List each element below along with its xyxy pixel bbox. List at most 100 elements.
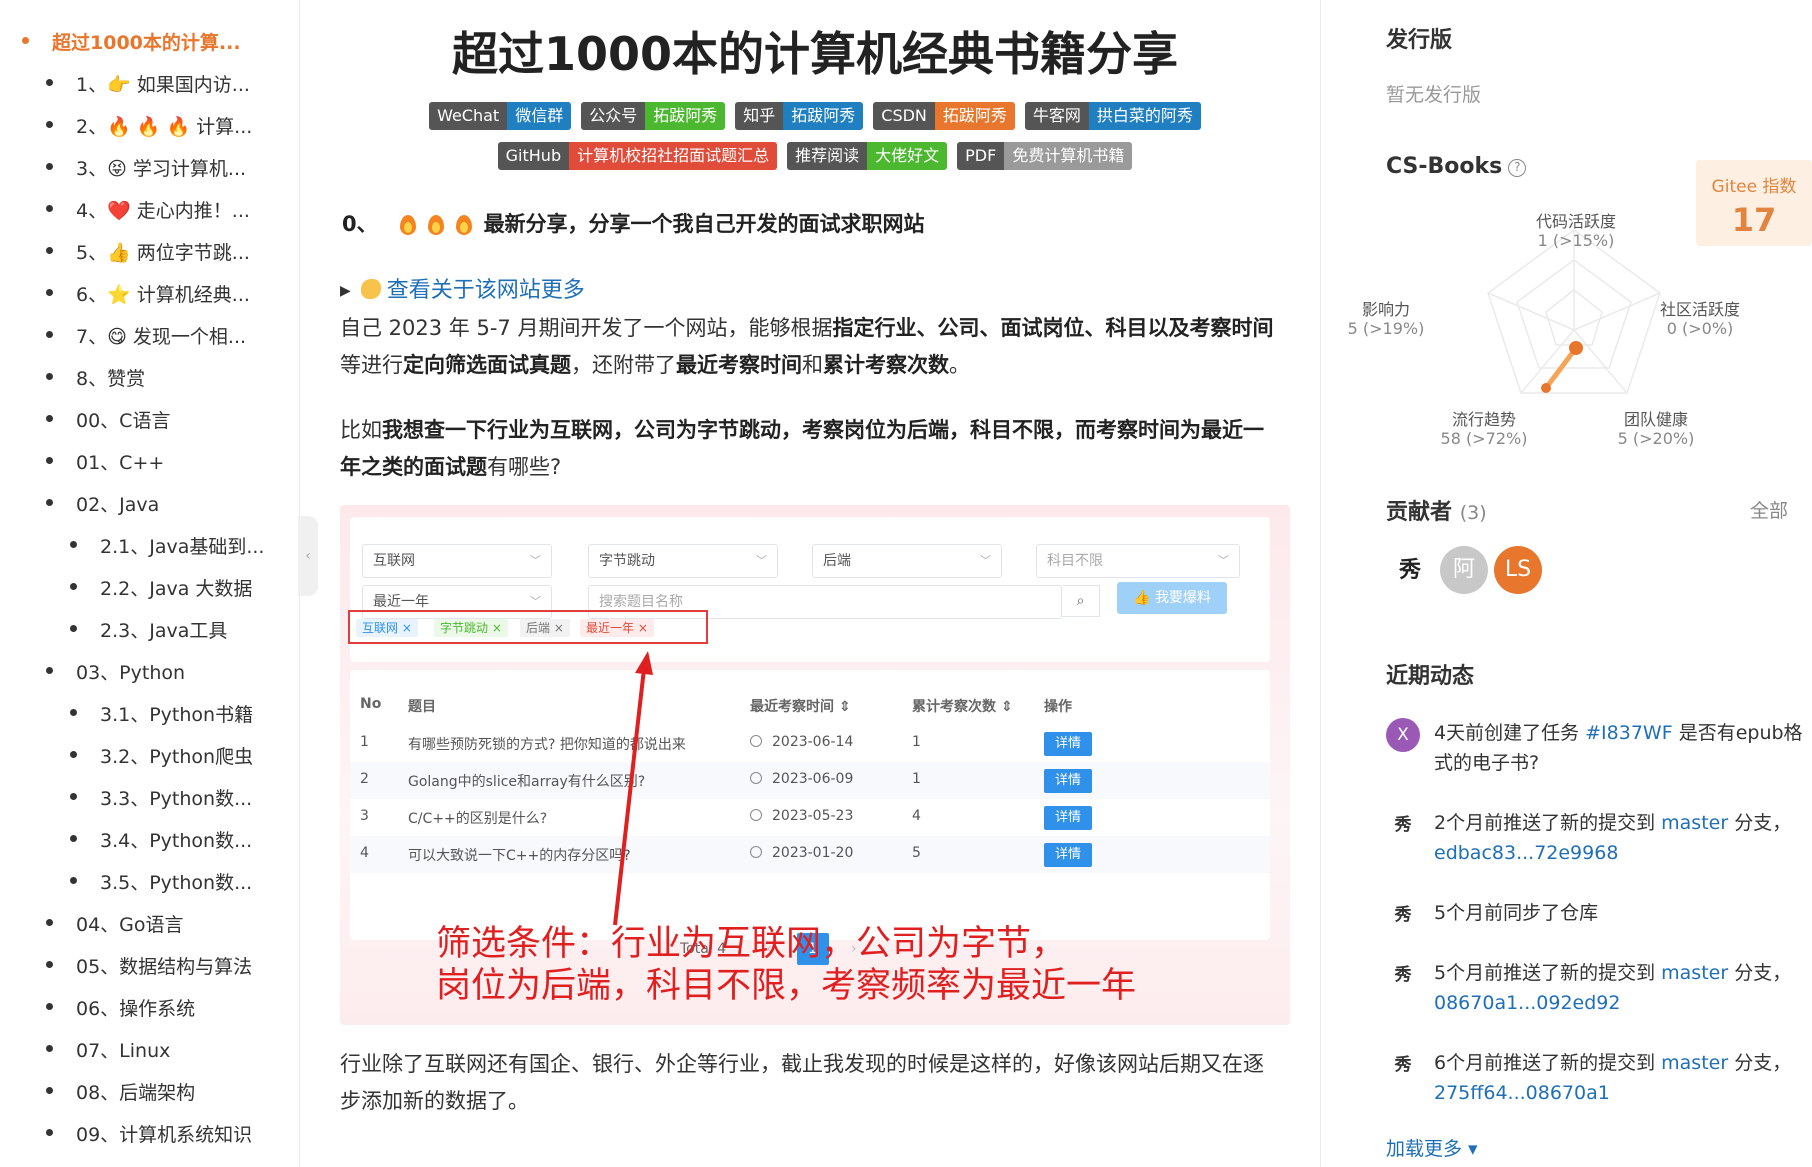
badge-link[interactable]: CSDN 拓跋阿秀: [873, 102, 1015, 130]
paragraph-example: 比如我想查一下行业为互联网，公司为字节跳动，考察岗位为后端，科目不限，而考察时间…: [340, 418, 1264, 479]
help-icon[interactable]: ?: [1508, 159, 1527, 177]
radar-label: 代码活跃度 1 (>15%): [1535, 212, 1616, 250]
bullet-icon: [46, 1087, 53, 1094]
toc-item-label: 2.2、Java 大数据: [100, 578, 253, 600]
toc-item-label: 3.3、Python数...: [100, 788, 253, 810]
contributors-heading: 贡献者 (3): [1386, 500, 1487, 525]
embedded-screenshot: 互联网 ﹀ 字节跳动 ﹀ 后端 ﹀ 科目不限 ﹀ 最近一年 ﹀ 搜索题目名称 ⌕ 👍 我要…: [340, 505, 1290, 1025]
release-empty: 暂无发行版: [1386, 84, 1482, 106]
activity-link[interactable]: #I837WF: [1585, 722, 1673, 744]
toc-item-label: 7、😋 发现一个相...: [76, 326, 247, 348]
activity-link[interactable]: master: [1661, 1052, 1728, 1074]
bullet-icon: [70, 625, 77, 632]
commit-link[interactable]: 275ff64...08670a1: [1434, 1082, 1610, 1104]
badge-link[interactable]: GitHub 计算机校招社招面试题汇总: [497, 142, 778, 170]
badge-link[interactable]: 牛客网 拱白菜的阿秀: [1024, 102, 1201, 130]
bullet-icon: [70, 793, 77, 800]
contributors-all-link[interactable]: 全部: [1750, 496, 1788, 523]
badge-row-social: WeChat 微信群 公众号 拓跋阿秀 知乎 拓跋阿秀 CSDN 拓跋阿秀 牛客网 拱白菜的阿秀: [340, 102, 1290, 130]
user-avatar-icon[interactable]: 秀: [1386, 808, 1420, 842]
release-heading: 发行版: [1386, 28, 1453, 53]
toc-item-label: 09、计算机系统知识: [76, 1124, 253, 1146]
user-avatar-icon[interactable]: 秀: [1386, 958, 1420, 992]
badge-link[interactable]: 公众号 拓跋阿秀: [581, 102, 726, 130]
toc-item-label: 超过1000本的计算...: [52, 32, 241, 54]
toc-item-label: 00、C语言: [76, 410, 171, 432]
toc-item-label: 8、赞赏: [76, 368, 146, 390]
bullet-icon: [46, 121, 53, 128]
bullet-icon: [46, 667, 53, 674]
page-title: 超过1000本的计算机经典书籍分享: [451, 27, 1179, 81]
toc-item-label: 04、Go语言: [76, 914, 184, 936]
activity-text: 4天前创建了任务 #I837WF 是否有epub格式的电子书?: [1434, 722, 1803, 774]
toc-item-label: 02、Java: [76, 494, 160, 516]
bullet-icon: [70, 541, 77, 548]
bullet-icon: [46, 961, 53, 968]
activity-heading: 近期动态: [1386, 664, 1475, 689]
bullet-icon: [70, 877, 77, 884]
chevron-left-icon[interactable]: ‹: [298, 516, 318, 596]
badge-link[interactable]: PDF 免费计算机书籍: [957, 142, 1133, 170]
bullet-icon: [46, 247, 53, 254]
commit-link[interactable]: 08670a1...092ed92: [1434, 992, 1620, 1014]
toc-item-label: 6、⭐ 计算机经典...: [76, 284, 250, 306]
user-avatar-icon[interactable]: X: [1386, 718, 1420, 752]
activity-text: 5个月前推送了新的提交到 master 分支，08670a1...092ed92: [1434, 962, 1792, 1014]
radar-label: 影响力 5 (>19%): [1347, 300, 1425, 338]
triangle-right-icon: ▶: [340, 283, 351, 299]
sidebar-divider: [1320, 0, 1321, 1167]
section-heading: 0、 最新分享，分享一个我自己开发的面试求职网站: [342, 212, 925, 236]
fire-icon: [399, 213, 416, 235]
radar-label: 团队健康 5 (>20%): [1617, 410, 1695, 448]
activity-text: 2个月前推送了新的提交到 master 分支，edbac83...72e9968: [1434, 812, 1792, 864]
commit-link[interactable]: edbac83...72e9968: [1434, 842, 1618, 864]
bullet-icon: [46, 289, 53, 296]
bullet-icon: [46, 415, 53, 422]
fire-icon: [455, 213, 472, 235]
toc-item-label: 01、C++: [76, 452, 165, 474]
bullet-icon: [70, 835, 77, 842]
contributor-avatar[interactable]: LS: [1494, 546, 1542, 594]
bullet-icon: [70, 583, 77, 590]
toc-item-label: 5、👍 两位字节跳...: [76, 242, 250, 264]
bullet-icon: [46, 919, 53, 926]
toc-item-label: 08、后端架构: [76, 1082, 196, 1104]
bullet-icon: [70, 751, 77, 758]
bullet-icon: [46, 1129, 53, 1136]
user-avatar-icon[interactable]: 秀: [1386, 1048, 1420, 1082]
badge-row-links: GitHub 计算机校招社招面试题汇总 推荐阅读 大佬好文 PDF 免费计算机书籍: [340, 142, 1290, 170]
activity-link[interactable]: master: [1661, 812, 1728, 834]
toc-item-label: 06、操作系统: [76, 998, 196, 1020]
user-avatar-icon[interactable]: 秀: [1386, 898, 1420, 932]
repo-heading: CS-Books?: [1386, 154, 1527, 179]
toc-item-label: 3.1、Python书籍: [100, 704, 254, 726]
toc-item-label: 3.4、Python数...: [100, 830, 253, 852]
activity-link[interactable]: master: [1661, 962, 1728, 984]
toc-item-label: 03、Python: [76, 662, 186, 684]
contributor-avatar[interactable]: 秀: [1386, 546, 1434, 594]
details-toggle[interactable]: ▶ 查看关于该网站更多: [340, 272, 585, 304]
toc-item-label: 4、❤️ 走心内推！...: [76, 200, 250, 222]
activity-text: 6个月前推送了新的提交到 master 分支，275ff64...08670a1: [1434, 1052, 1792, 1104]
bullet-icon: [46, 205, 53, 212]
bullet-icon: [70, 709, 77, 716]
toc-item-label: 1、👉 如果国内访...: [76, 74, 250, 96]
toc-item-label: 07、Linux: [76, 1040, 171, 1062]
annotation-caption: 筛选条件：行业为互联网，公司为字节， 岗位为后端，科目不限，考察频率为最近一年: [436, 924, 1137, 1006]
bullet-icon: [46, 457, 53, 464]
paragraph-intro: 自己 2023 年 5-7 月期间开发了一个网站，能够根据指定行业、公司、面试岗…: [340, 316, 1274, 377]
radar-label: 社区活跃度 0 (>0%): [1659, 300, 1740, 338]
repo-sidebar: 发行版 暂无发行版 CS-Books? Gitee 指数 17 代码活跃度 1 (…: [1340, 0, 1812, 1167]
badge-link[interactable]: 知乎 拓跋阿秀: [735, 102, 864, 130]
bullet-icon: [46, 499, 53, 506]
activity-text: 5个月前同步了仓库: [1434, 902, 1599, 924]
toc-item-label: 3.5、Python数...: [100, 872, 253, 894]
contributor-avatar[interactable]: 阿: [1440, 546, 1488, 594]
toc-item-label: 2.1、Java基础到...: [100, 536, 265, 558]
badge-link[interactable]: 推荐阅读 大佬好文: [787, 142, 948, 170]
toc-item-label: 3、😝 学习计算机...: [76, 158, 247, 180]
pointing-hand-icon: [360, 279, 381, 299]
load-more-button[interactable]: 加载更多 ▾: [1386, 1134, 1478, 1161]
badge-link[interactable]: WeChat 微信群: [429, 102, 572, 130]
bullet-icon: [22, 37, 29, 44]
